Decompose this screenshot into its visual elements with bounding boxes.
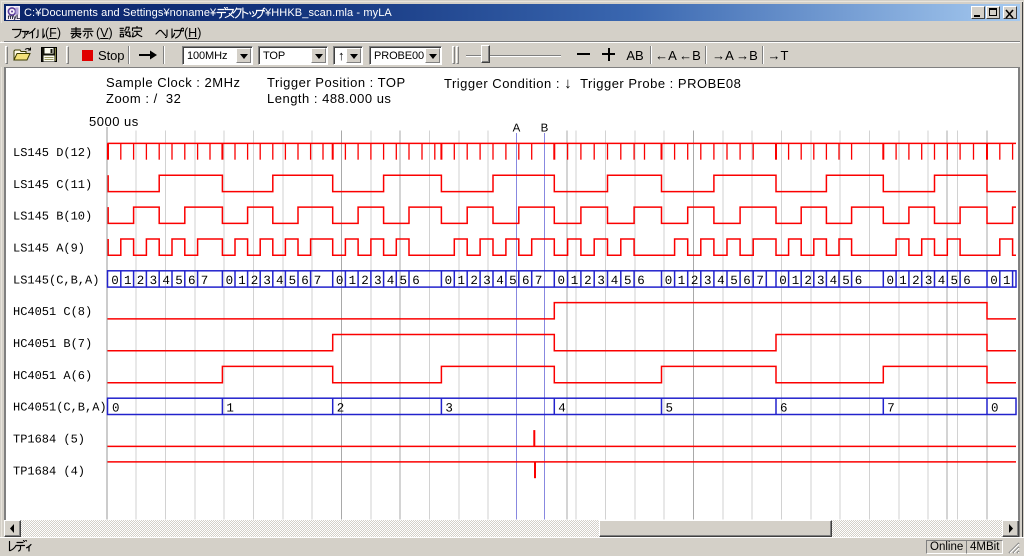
svg-text:1: 1 (226, 401, 234, 415)
svg-text:7: 7 (887, 401, 895, 415)
svg-text:0: 0 (558, 274, 566, 288)
svg-text:3: 3 (817, 274, 825, 288)
svg-text:2: 2 (361, 274, 369, 288)
svg-text:HC4051 C(8): HC4051 C(8) (13, 305, 92, 319)
svg-text:LS145 A(9): LS145 A(9) (13, 242, 85, 256)
svg-text:5: 5 (624, 274, 632, 288)
svg-text:6: 6 (780, 401, 788, 415)
svg-text:7: 7 (314, 274, 322, 288)
svg-text:1: 1 (792, 274, 800, 288)
svg-text:0: 0 (111, 274, 119, 288)
svg-text:4: 4 (717, 274, 725, 288)
svg-text:LS145 D(12): LS145 D(12) (13, 146, 92, 160)
svg-text:5: 5 (951, 274, 959, 288)
svg-text:1: 1 (1003, 274, 1011, 288)
svg-text:6: 6 (301, 274, 309, 288)
svg-text:5: 5 (400, 274, 408, 288)
svg-text:4: 4 (611, 274, 619, 288)
svg-text:2: 2 (691, 274, 699, 288)
svg-text:HC4051 B(7): HC4051 B(7) (13, 337, 92, 351)
svg-text:0: 0 (665, 274, 673, 288)
svg-text:6: 6 (637, 274, 645, 288)
svg-text:5: 5 (666, 401, 674, 415)
svg-text:6: 6 (855, 274, 863, 288)
svg-text:4: 4 (387, 274, 395, 288)
svg-text:2: 2 (584, 274, 592, 288)
svg-text:2: 2 (912, 274, 920, 288)
svg-text:TP1684 (4): TP1684 (4) (13, 464, 85, 478)
svg-text:0: 0 (336, 274, 344, 288)
svg-text:1: 1 (124, 274, 132, 288)
svg-text:2: 2 (337, 401, 345, 415)
svg-text:4: 4 (496, 274, 504, 288)
svg-text:7: 7 (756, 274, 764, 288)
svg-text:LS145 C(11): LS145 C(11) (13, 178, 92, 192)
svg-text:3: 3 (597, 274, 605, 288)
svg-text:2: 2 (470, 274, 478, 288)
svg-text:3: 3 (704, 274, 712, 288)
svg-text:1: 1 (238, 274, 246, 288)
svg-text:1: 1 (349, 274, 357, 288)
svg-text:4: 4 (558, 401, 566, 415)
svg-text:0: 0 (991, 401, 999, 415)
svg-text:6: 6 (188, 274, 196, 288)
svg-text:HC4051 A(6): HC4051 A(6) (13, 369, 92, 383)
svg-text:4: 4 (276, 274, 284, 288)
svg-text:3: 3 (150, 274, 158, 288)
svg-text:6: 6 (412, 274, 420, 288)
svg-text:HC4051(C,B,A): HC4051(C,B,A) (13, 401, 107, 415)
svg-text:1: 1 (571, 274, 579, 288)
svg-text:2: 2 (251, 274, 259, 288)
svg-text:LS145 B(10): LS145 B(10) (13, 210, 92, 224)
svg-text:5: 5 (175, 274, 183, 288)
svg-text:0: 0 (226, 274, 234, 288)
svg-text:5: 5 (289, 274, 297, 288)
svg-text:6: 6 (963, 274, 971, 288)
svg-text:LS145(C,B,A): LS145(C,B,A) (13, 273, 99, 287)
svg-text:5: 5 (730, 274, 738, 288)
svg-text:6: 6 (743, 274, 751, 288)
svg-text:4: 4 (162, 274, 170, 288)
svg-text:3: 3 (445, 401, 453, 415)
svg-text:0: 0 (445, 274, 453, 288)
svg-text:3: 3 (925, 274, 933, 288)
svg-text:1: 1 (678, 274, 686, 288)
svg-text:3: 3 (374, 274, 382, 288)
svg-text:0: 0 (779, 274, 787, 288)
svg-text:3: 3 (483, 274, 491, 288)
svg-text:1: 1 (899, 274, 907, 288)
svg-text:0: 0 (887, 274, 895, 288)
svg-text:0: 0 (112, 401, 120, 415)
svg-text:4: 4 (830, 274, 838, 288)
svg-text:TP1684 (5): TP1684 (5) (13, 433, 85, 447)
svg-text:7: 7 (201, 274, 209, 288)
svg-text:0: 0 (990, 274, 998, 288)
svg-text:6: 6 (522, 274, 530, 288)
svg-text:3: 3 (263, 274, 271, 288)
svg-text:5: 5 (842, 274, 850, 288)
svg-text:A: A (513, 123, 521, 135)
svg-text:2: 2 (804, 274, 812, 288)
svg-text:4: 4 (938, 274, 946, 288)
svg-text:5: 5 (509, 274, 517, 288)
svg-text:2: 2 (137, 274, 145, 288)
svg-text:1: 1 (458, 274, 466, 288)
svg-text:B: B (541, 123, 549, 135)
svg-text:7: 7 (535, 274, 543, 288)
